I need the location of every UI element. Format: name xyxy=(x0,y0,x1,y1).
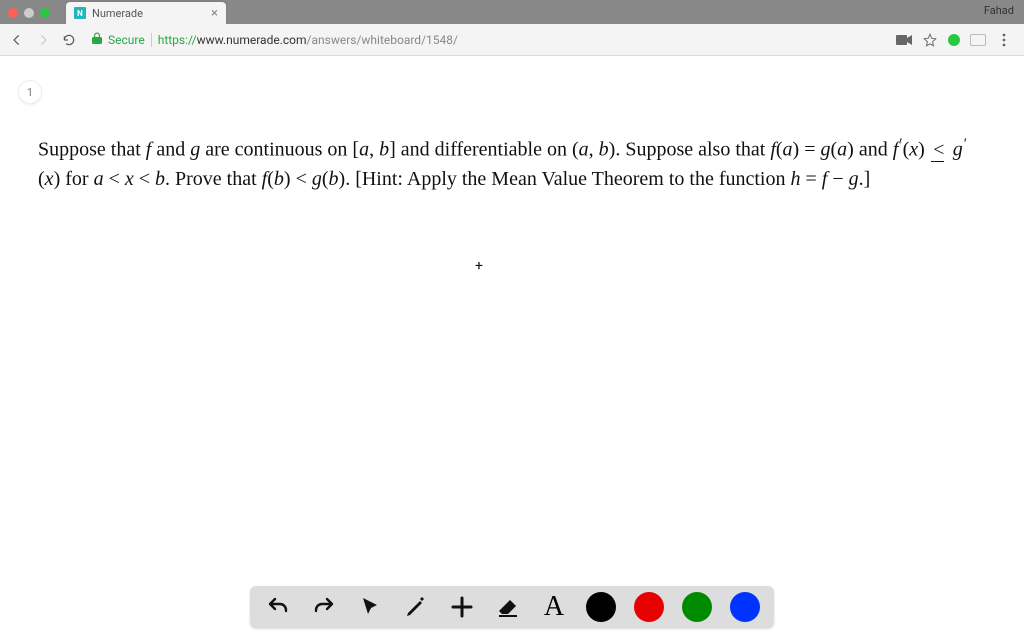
sym-g: g xyxy=(312,168,322,190)
titlebar: N Numerade × Fahad xyxy=(0,0,1024,24)
sym-a: a xyxy=(837,139,847,161)
sym-a: a xyxy=(579,139,589,161)
addressbar: Secure https://www.numerade.com/answers/… xyxy=(0,24,1024,56)
t: − xyxy=(827,168,848,190)
t: .] xyxy=(859,168,871,190)
minimize-window-button[interactable] xyxy=(24,8,34,18)
color-blue-button[interactable] xyxy=(730,592,760,622)
url-protocol: https:// xyxy=(158,33,197,47)
t: ) and xyxy=(847,139,893,161)
camera-icon[interactable] xyxy=(896,32,912,48)
traffic-lights xyxy=(0,8,58,24)
t: < xyxy=(134,168,155,190)
t: and xyxy=(151,139,190,161)
t: are continuous on [ xyxy=(200,139,359,161)
crosshair-cursor-icon: + xyxy=(475,258,483,274)
maximize-window-button[interactable] xyxy=(40,8,50,18)
url-host: www.numerade.com xyxy=(197,33,307,47)
browser-window: N Numerade × Fahad Secure https://www.nu… xyxy=(0,0,1024,640)
t: Suppose that xyxy=(38,139,146,161)
url-text: https://www.numerade.com/answers/whitebo… xyxy=(158,33,458,47)
redo-button[interactable] xyxy=(310,593,338,621)
forward-button[interactable] xyxy=(32,29,54,51)
t: ) = xyxy=(793,139,821,161)
leq-symbol: < xyxy=(930,136,948,165)
url-path: /answers/whiteboard/1548/ xyxy=(307,33,458,47)
color-green-button[interactable] xyxy=(682,592,712,622)
sym-x: x xyxy=(909,139,918,161)
color-black-button[interactable] xyxy=(586,592,616,622)
profile-name[interactable]: Fahad xyxy=(984,4,1014,17)
sym-f: f xyxy=(893,139,899,161)
secure-label: Secure xyxy=(108,33,152,47)
t: ( xyxy=(776,139,783,161)
pencil-tool-button[interactable] xyxy=(402,593,430,621)
sym-a: a xyxy=(783,139,793,161)
prime: ′ xyxy=(964,136,967,152)
addressbar-right xyxy=(896,32,1018,48)
eraser-tool-button[interactable] xyxy=(494,593,522,621)
color-red-button[interactable] xyxy=(634,592,664,622)
tab-close-icon[interactable]: × xyxy=(211,7,218,20)
add-tool-button[interactable] xyxy=(448,593,476,621)
sym-a: a xyxy=(359,139,369,161)
t: , xyxy=(369,139,379,161)
more-icon[interactable] xyxy=(996,32,1012,48)
browser-tab[interactable]: N Numerade × xyxy=(66,2,226,24)
t: ). Suppose also that xyxy=(609,139,771,161)
sym-b: b xyxy=(379,139,389,161)
t: < xyxy=(104,168,125,190)
back-button[interactable] xyxy=(6,29,28,51)
extension-icon[interactable] xyxy=(948,34,960,46)
sym-g: g xyxy=(821,139,831,161)
sym-b: b xyxy=(329,168,339,190)
sym-b: b xyxy=(274,168,284,190)
t: ] and differentiable on ( xyxy=(389,139,579,161)
t: . Prove that xyxy=(165,168,262,190)
sym-h: h xyxy=(791,168,801,190)
star-icon[interactable] xyxy=(922,32,938,48)
close-window-button[interactable] xyxy=(8,8,18,18)
text-tool-button[interactable]: A xyxy=(540,593,568,621)
problem-text: Suppose that f and g are continuous on [… xyxy=(38,134,986,194)
sym-b: b xyxy=(599,139,609,161)
t: for xyxy=(60,168,93,190)
t: < xyxy=(291,168,312,190)
sym-g: g xyxy=(190,139,200,161)
tab-title: Numerade xyxy=(92,7,205,20)
sym-x: x xyxy=(125,168,134,190)
sym-b: b xyxy=(155,168,165,190)
whiteboard-toolbar: A xyxy=(250,586,774,628)
sym-x: x xyxy=(45,168,54,190)
t: , xyxy=(589,139,599,161)
tab-favicon: N xyxy=(74,7,86,19)
slide-number-badge[interactable]: 1 xyxy=(18,80,42,104)
t: . [Hint: Apply the Mean Value Theorem to… xyxy=(345,168,790,190)
prime: ′ xyxy=(899,136,902,152)
reload-button[interactable] xyxy=(58,29,80,51)
cast-icon[interactable] xyxy=(970,32,986,48)
tabs-strip: N Numerade × xyxy=(66,0,226,24)
sym-g: g xyxy=(849,168,859,190)
sym-a: a xyxy=(94,168,104,190)
t: = xyxy=(801,168,822,190)
undo-button[interactable] xyxy=(264,593,292,621)
pointer-tool-button[interactable] xyxy=(356,593,384,621)
whiteboard-content[interactable]: 1 Suppose that f and g are continuous on… xyxy=(0,56,1024,640)
sym-f: f xyxy=(262,168,268,190)
lock-icon xyxy=(92,32,102,47)
sym-g: g xyxy=(953,139,963,161)
url-field[interactable]: Secure https://www.numerade.com/answers/… xyxy=(84,29,892,51)
